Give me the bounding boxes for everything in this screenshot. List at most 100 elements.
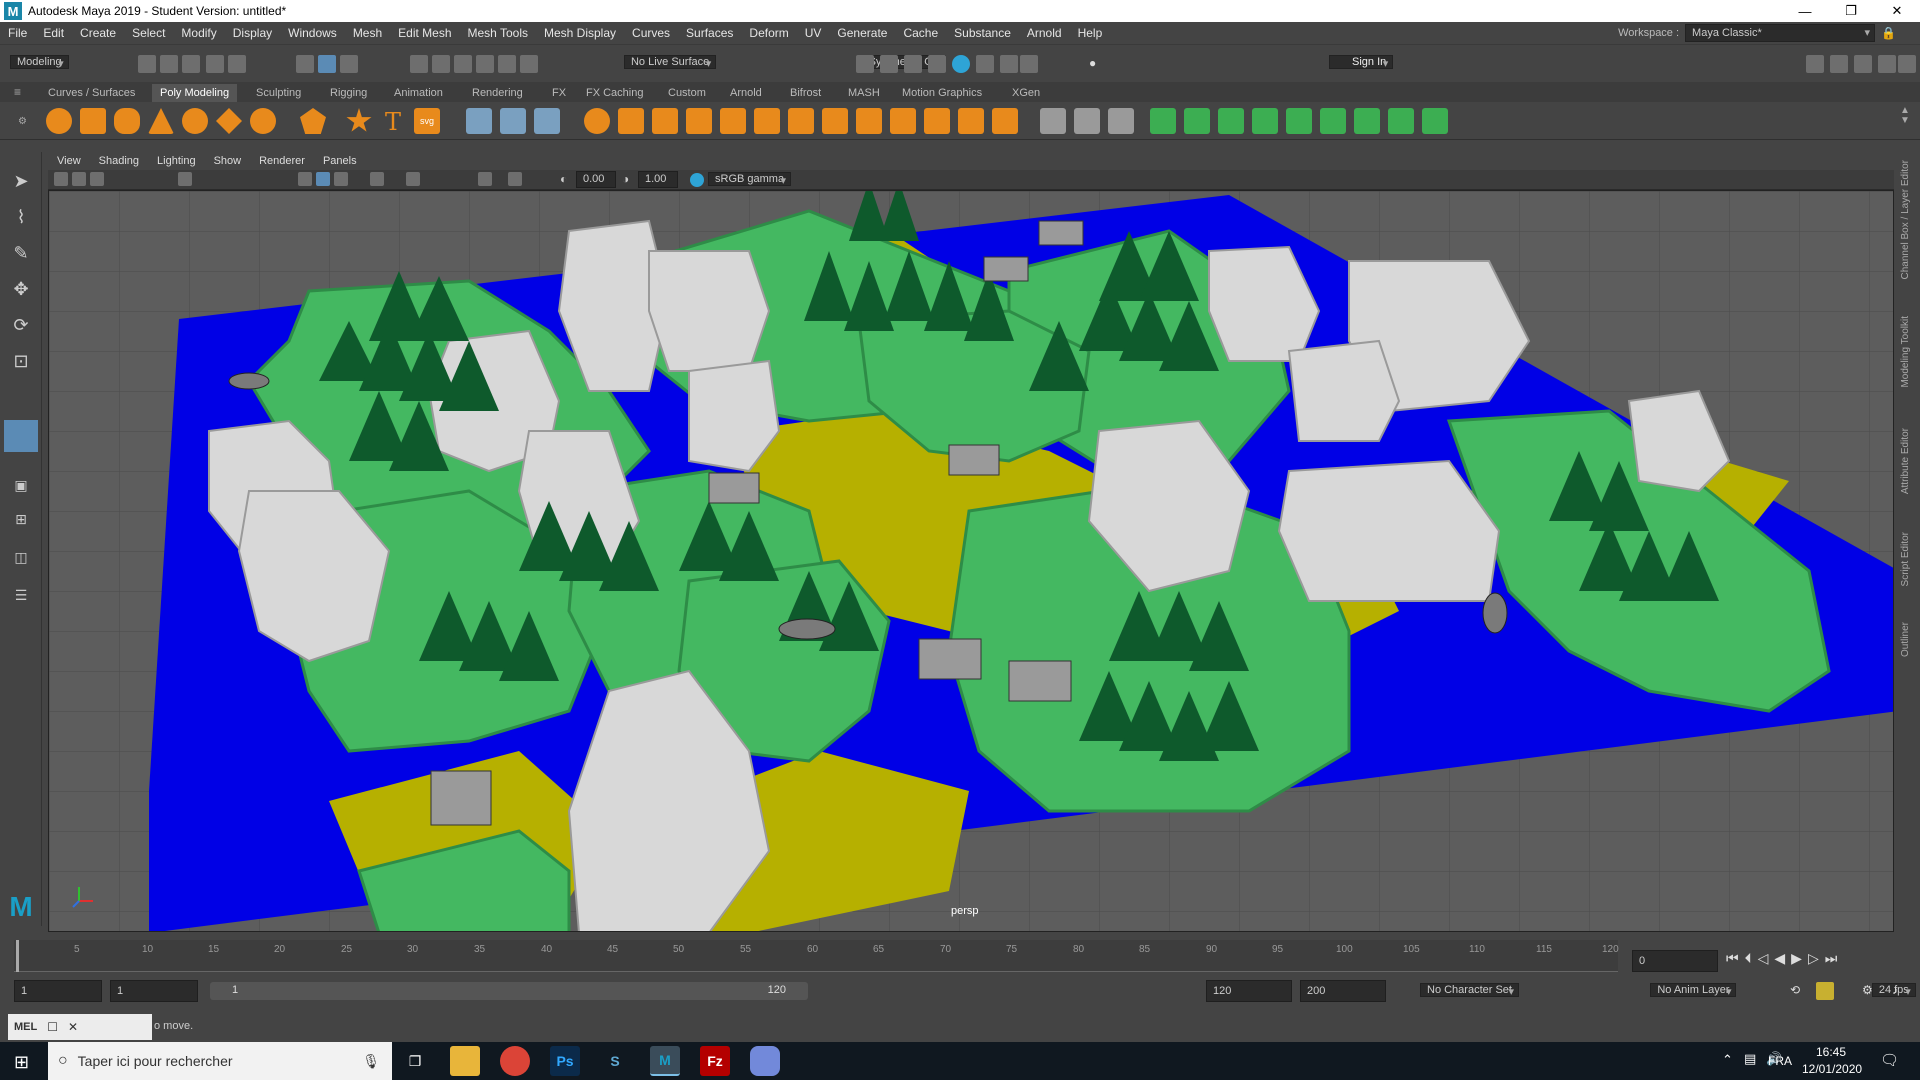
rotate-tool-icon[interactable]: ⟳ — [6, 310, 36, 340]
modeling-toolkit-toggle-icon[interactable] — [1806, 55, 1824, 73]
render-settings-icon[interactable] — [928, 55, 946, 73]
menu-arnold[interactable]: Arnold — [1019, 22, 1070, 44]
grid-toggle-icon[interactable] — [178, 172, 192, 186]
mode-dropdown[interactable]: Modeling — [10, 55, 69, 69]
playback-start-field[interactable]: 1 — [110, 980, 198, 1002]
combine-icon[interactable] — [584, 108, 610, 134]
step-back-frame-icon[interactable]: ◁ — [1758, 950, 1775, 966]
sound-icon[interactable]: ♪ — [1892, 983, 1898, 997]
image-plane-icon[interactable] — [90, 172, 104, 186]
extrude-icon[interactable] — [788, 108, 814, 134]
house-west[interactable] — [708, 472, 760, 504]
snap-surface-icon[interactable] — [498, 55, 516, 73]
tray-chevron-icon[interactable]: ⌃ — [1722, 1052, 1733, 1068]
tab-rigging[interactable]: Rigging — [322, 84, 375, 102]
uv-editor-icon[interactable] — [1320, 108, 1346, 134]
cylindrical-uv-icon[interactable] — [1218, 108, 1244, 134]
transfer-uv-icon[interactable] — [500, 108, 526, 134]
super-shape-icon[interactable] — [346, 108, 372, 132]
tab-script-editor[interactable]: Script Editor — [1900, 532, 1911, 586]
new-scene-icon[interactable] — [138, 55, 156, 73]
tab-custom[interactable]: Custom — [660, 84, 714, 102]
anim-prefs-icon[interactable]: ⚙ — [1862, 983, 1873, 997]
poly-disc-icon[interactable] — [250, 108, 276, 134]
exposure-field[interactable]: 0.00 — [576, 171, 616, 188]
character-set-dropdown[interactable]: No Character Set — [1420, 983, 1519, 997]
four-pane-layout-icon[interactable]: ⊞ — [6, 504, 36, 534]
live-surface-field[interactable]: No Live Surface — [623, 55, 717, 69]
menu-mesh-display[interactable]: Mesh Display — [536, 22, 624, 44]
tab-arnold[interactable]: Arnold — [722, 84, 770, 102]
scene-canvas[interactable] — [49, 191, 1894, 932]
step-back-key-icon[interactable]: ⏴ — [1745, 950, 1758, 966]
house-north[interactable] — [1038, 220, 1084, 246]
boat-east[interactable] — [1482, 592, 1508, 634]
camera-attributes-icon[interactable] — [54, 172, 68, 186]
boat-south[interactable] — [778, 618, 836, 640]
scene-start-field[interactable]: 1 — [14, 980, 102, 1002]
menu-edit[interactable]: Edit — [35, 22, 72, 44]
outliner-layout-icon[interactable]: ☰ — [6, 580, 36, 610]
smooth-shade-icon[interactable] — [316, 172, 330, 186]
shadows-icon[interactable] — [406, 172, 420, 186]
house-southwest[interactable] — [430, 770, 492, 826]
poly-cube-icon[interactable] — [80, 108, 106, 134]
filezilla-icon[interactable]: Fz — [700, 1046, 730, 1076]
tab-motion-graphics[interactable]: Motion Graphics — [894, 84, 990, 102]
tab-bifrost[interactable]: Bifrost — [782, 84, 829, 102]
tab-sculpting[interactable]: Sculpting — [248, 84, 309, 102]
poly-sphere-icon[interactable] — [46, 108, 72, 134]
shelf-scroll-icon[interactable]: ▲ ▼ — [1900, 106, 1910, 126]
wireframe-icon[interactable] — [298, 172, 312, 186]
gamma-field[interactable]: 1.00 — [638, 171, 678, 188]
scene-end-field[interactable]: 200 — [1300, 980, 1386, 1002]
hypershade-icon[interactable] — [952, 55, 970, 73]
step-forward-frame-icon[interactable]: ▷ — [1808, 950, 1825, 966]
tab-fx[interactable]: FX — [544, 84, 574, 102]
network-icon[interactable]: ▤ — [1744, 1051, 1756, 1067]
tool-settings-toggle-icon[interactable] — [1854, 55, 1872, 73]
tab-curves-surfaces[interactable]: Curves / Surfaces — [40, 84, 143, 102]
wedge-icon[interactable] — [958, 108, 984, 134]
playback-end-field[interactable]: 120 — [1206, 980, 1292, 1002]
boat-west[interactable] — [228, 372, 270, 390]
play-backward-icon[interactable]: ◀ — [1774, 950, 1791, 966]
lights-icon[interactable] — [370, 172, 384, 186]
extract-icon[interactable] — [652, 108, 678, 134]
sculpt-object-icon[interactable] — [466, 108, 492, 134]
menu-create[interactable]: Create — [72, 22, 124, 44]
clock-time[interactable]: 16:45 — [1816, 1045, 1846, 1059]
side-by-side-layout-icon[interactable]: ◫ — [6, 542, 36, 572]
time-slider[interactable]: 5 10 15 20 25 30 35 40 45 50 55 60 65 70… — [0, 936, 1920, 976]
menu-generate[interactable]: Generate — [829, 22, 895, 44]
separate-icon[interactable] — [618, 108, 644, 134]
range-slider[interactable]: 1 120 — [210, 982, 808, 1000]
paint-select-icon[interactable]: ✎ — [6, 238, 36, 268]
house-north-2[interactable] — [983, 256, 1029, 282]
snap-vertex-icon[interactable] — [520, 55, 538, 73]
restore-icon[interactable]: ☐ — [47, 1020, 58, 1034]
automatic-uv-icon[interactable] — [1286, 108, 1312, 134]
append-polygon-icon[interactable] — [924, 108, 950, 134]
panel-menu-shading[interactable]: Shading — [90, 155, 148, 167]
tab-channel-box[interactable]: Channel Box / Layer Editor — [1900, 160, 1911, 280]
chrome-icon[interactable] — [500, 1046, 530, 1076]
poly-torus-icon[interactable] — [182, 108, 208, 134]
menu-select[interactable]: Select — [124, 22, 173, 44]
save-scene-icon[interactable] — [182, 55, 200, 73]
smooth-icon[interactable] — [686, 108, 712, 134]
house-south-2[interactable] — [1008, 660, 1072, 702]
snap-point-icon[interactable] — [454, 55, 472, 73]
snap-grid-icon[interactable] — [410, 55, 428, 73]
menu-surfaces[interactable]: Surfaces — [678, 22, 741, 44]
tab-mash[interactable]: MASH — [840, 84, 888, 102]
xray-icon[interactable] — [508, 172, 522, 186]
type-text-icon[interactable]: T — [380, 108, 406, 136]
maximize-button[interactable]: ❐ — [1828, 0, 1874, 22]
target-weld-icon[interactable] — [1074, 108, 1100, 134]
unfold-uv-icon[interactable] — [1422, 108, 1448, 134]
open-scene-icon[interactable] — [160, 55, 178, 73]
pause-icon[interactable] — [1020, 55, 1038, 73]
microphone-icon[interactable]: 🎙 — [362, 1053, 380, 1070]
maya-taskbar-icon[interactable]: M — [650, 1046, 680, 1076]
